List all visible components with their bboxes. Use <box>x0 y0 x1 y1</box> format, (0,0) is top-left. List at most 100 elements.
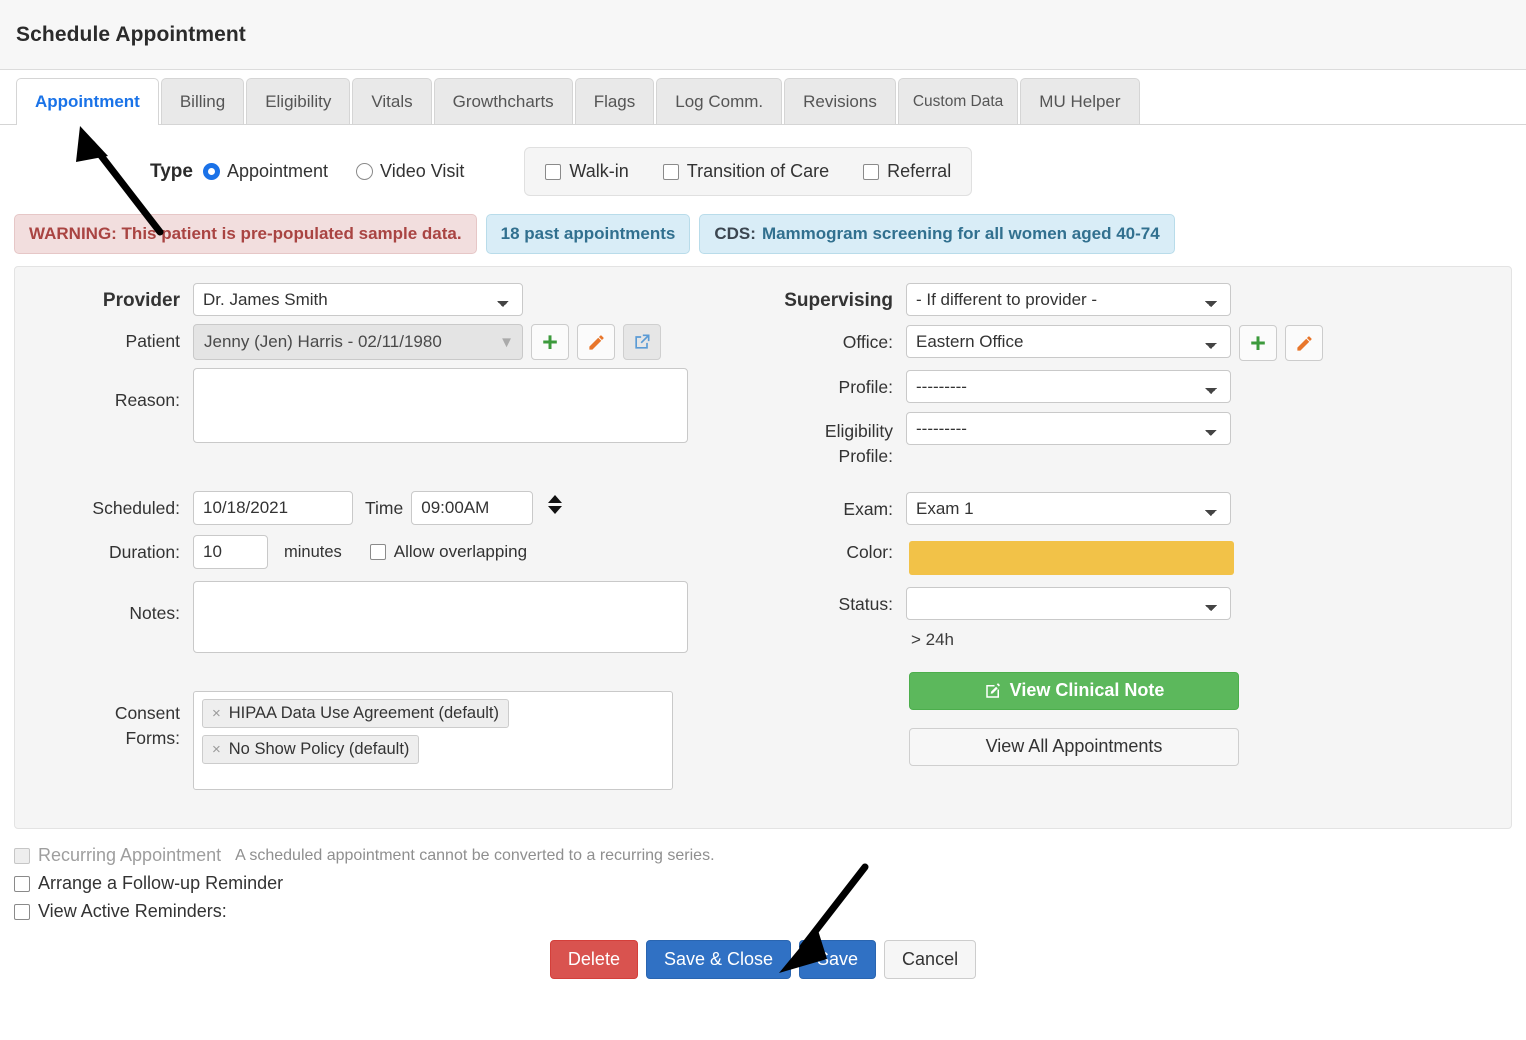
notes-row: Notes: <box>15 581 715 653</box>
cds-prefix-label: CDS: <box>714 224 756 243</box>
consent-label-line2: Forms: <box>125 728 180 749</box>
edit-patient-button[interactable] <box>577 324 615 360</box>
tab-vitals[interactable]: Vitals <box>352 78 432 124</box>
view-all-appointments-button[interactable]: View All Appointments <box>909 727 1355 766</box>
add-office-button[interactable]: + <box>1239 325 1277 361</box>
form-left-column: Provider Dr. James Smith Patient Jenny (… <box>15 267 715 798</box>
checkbox-walk-in[interactable]: Walk-in <box>545 161 629 182</box>
time-input[interactable] <box>411 491 534 525</box>
eligibility-profile-select[interactable]: --------- <box>906 412 1231 445</box>
tab-custom-data[interactable]: Custom Data <box>897 78 1019 124</box>
radio-appointment[interactable]: Appointment <box>202 161 329 182</box>
checkbox-followup-label: Arrange a Follow-up Reminder <box>38 873 284 893</box>
duration-row: Duration: minutes Allow overlapping <box>15 535 715 569</box>
stepper-down-icon <box>548 506 563 514</box>
checkbox-allow-overlapping-label: Allow overlapping <box>393 542 528 561</box>
checkbox-active-reminders-box <box>14 903 30 920</box>
schedule-appointment-window: Schedule Appointment Appointment Billing… <box>0 0 1526 1040</box>
checkbox-allow-overlapping[interactable]: Allow overlapping <box>369 542 528 562</box>
pencil-icon <box>588 334 604 350</box>
time-stepper[interactable] <box>545 495 565 514</box>
tab-label: Log Comm. <box>675 91 764 111</box>
checkbox-transition-of-care-box <box>662 163 679 180</box>
edit-note-icon <box>985 683 1000 698</box>
tab-billing[interactable]: Billing <box>160 78 245 124</box>
provider-label: Provider <box>102 290 180 311</box>
checkbox-active-reminders-label: View Active Reminders: <box>38 901 227 921</box>
consent-token-label: HIPAA Data Use Agreement (default) <box>228 704 500 722</box>
save-and-close-button[interactable]: Save & Close <box>645 940 792 979</box>
add-patient-button[interactable]: + <box>531 324 569 360</box>
checkbox-recurring-appointment[interactable]: Recurring Appointment A scheduled appoin… <box>14 845 1526 866</box>
banner-row: WARNING: This patient is pre-populated s… <box>0 206 1526 254</box>
cds-alert-text: Mammogram screening for all women aged 4… <box>761 224 1160 243</box>
office-select[interactable]: Eastern Office <box>906 325 1231 358</box>
consent-token[interactable]: × No Show Policy (default) <box>202 735 420 764</box>
profile-row: Profile: --------- <box>735 370 1355 403</box>
consent-token[interactable]: × HIPAA Data Use Agreement (default) <box>202 699 510 728</box>
consent-forms-tokenbox[interactable]: × HIPAA Data Use Agreement (default) × N… <box>193 691 673 790</box>
duration-input[interactable] <box>193 535 268 569</box>
form-right-column: Supervising - If different to provider -… <box>735 283 1355 766</box>
tab-flags[interactable]: Flags <box>574 78 655 124</box>
chevron-down-icon: ▼ <box>499 333 514 351</box>
eligibility-label-line2: Profile: <box>838 446 893 467</box>
open-patient-chart-button[interactable] <box>623 324 661 360</box>
patient-row: Patient Jenny (Jen) Harris - 02/11/1980 … <box>15 324 715 360</box>
cds-alert-badge[interactable]: CDS: Mammogram screening for all women a… <box>699 214 1175 254</box>
profile-select[interactable]: --------- <box>906 370 1231 403</box>
tab-appointment[interactable]: Appointment <box>16 78 159 125</box>
radio-video-visit-label: Video Visit <box>380 161 465 181</box>
remove-token-icon[interactable]: × <box>212 705 221 722</box>
plus-icon: + <box>542 326 558 357</box>
checkbox-referral[interactable]: Referral <box>863 161 951 182</box>
eligibility-profile-label: Eligibility Profile: <box>735 412 893 470</box>
checkbox-recurring-box <box>14 847 30 864</box>
external-link-icon <box>635 334 650 349</box>
radio-appointment-icon <box>202 163 220 180</box>
tab-mu-helper[interactable]: MU Helper <box>1020 78 1140 124</box>
cancel-button[interactable]: Cancel <box>884 940 977 979</box>
scheduled-row: Scheduled: Time <box>15 491 715 525</box>
patient-selected-value: Jenny (Jen) Harris - 02/11/1980 <box>204 332 442 351</box>
patient-select[interactable]: Jenny (Jen) Harris - 02/11/1980 ▼ <box>193 324 523 360</box>
past-appointments-badge[interactable]: 18 past appointments <box>485 214 691 254</box>
checkbox-transition-of-care[interactable]: Transition of Care <box>662 161 829 182</box>
consent-forms-label: Consent Forms: <box>15 691 180 752</box>
scheduled-date-input[interactable] <box>193 491 353 525</box>
radio-video-visit[interactable]: Video Visit <box>356 161 464 182</box>
lead-time-note: > 24h <box>911 629 955 649</box>
delete-button[interactable]: Delete <box>549 940 638 979</box>
checkbox-followup-reminder[interactable]: Arrange a Follow-up Reminder <box>14 873 1526 894</box>
reason-label: Reason: <box>114 390 180 410</box>
provider-select[interactable]: Dr. James Smith <box>193 283 523 316</box>
exam-select[interactable]: Exam 1 <box>906 491 1231 525</box>
save-button[interactable]: Save <box>799 940 877 979</box>
checkbox-allow-overlapping-box <box>369 544 386 560</box>
consent-label-line1: Consent <box>114 703 180 723</box>
supervising-select[interactable]: - If different to provider - <box>906 283 1231 316</box>
tab-revisions[interactable]: Revisions <box>784 78 896 124</box>
status-select[interactable] <box>906 586 1231 620</box>
remove-token-icon[interactable]: × <box>212 741 221 758</box>
page-title: Schedule Appointment <box>16 22 246 46</box>
edit-office-button[interactable] <box>1285 325 1323 361</box>
tab-eligibility[interactable]: Eligibility <box>246 78 351 124</box>
color-row: Color: <box>735 535 1355 575</box>
appointment-form-panel: Provider Dr. James Smith Patient Jenny (… <box>14 266 1512 829</box>
profile-label: Profile: <box>838 377 893 397</box>
office-label: Office: <box>842 332 893 352</box>
view-clinical-note-button[interactable]: View Clinical Note <box>909 671 1355 710</box>
tab-log-comm[interactable]: Log Comm. <box>656 78 783 124</box>
exam-row: Exam: Exam 1 <box>735 491 1355 525</box>
radio-appointment-label: Appointment <box>226 161 329 181</box>
tab-label: MU Helper <box>1039 91 1121 111</box>
appointment-flags-group: Walk-in Transition of Care Referral <box>524 147 973 196</box>
reason-textarea[interactable] <box>193 368 688 443</box>
notes-textarea[interactable] <box>193 581 688 653</box>
appointment-color-swatch[interactable] <box>909 540 1234 575</box>
checkbox-view-active-reminders[interactable]: View Active Reminders: <box>14 901 1526 922</box>
color-label: Color: <box>846 541 893 562</box>
type-row: Type Appointment Video Visit Walk-in Tra… <box>0 125 1526 206</box>
tab-growthcharts[interactable]: Growthcharts <box>433 78 573 124</box>
